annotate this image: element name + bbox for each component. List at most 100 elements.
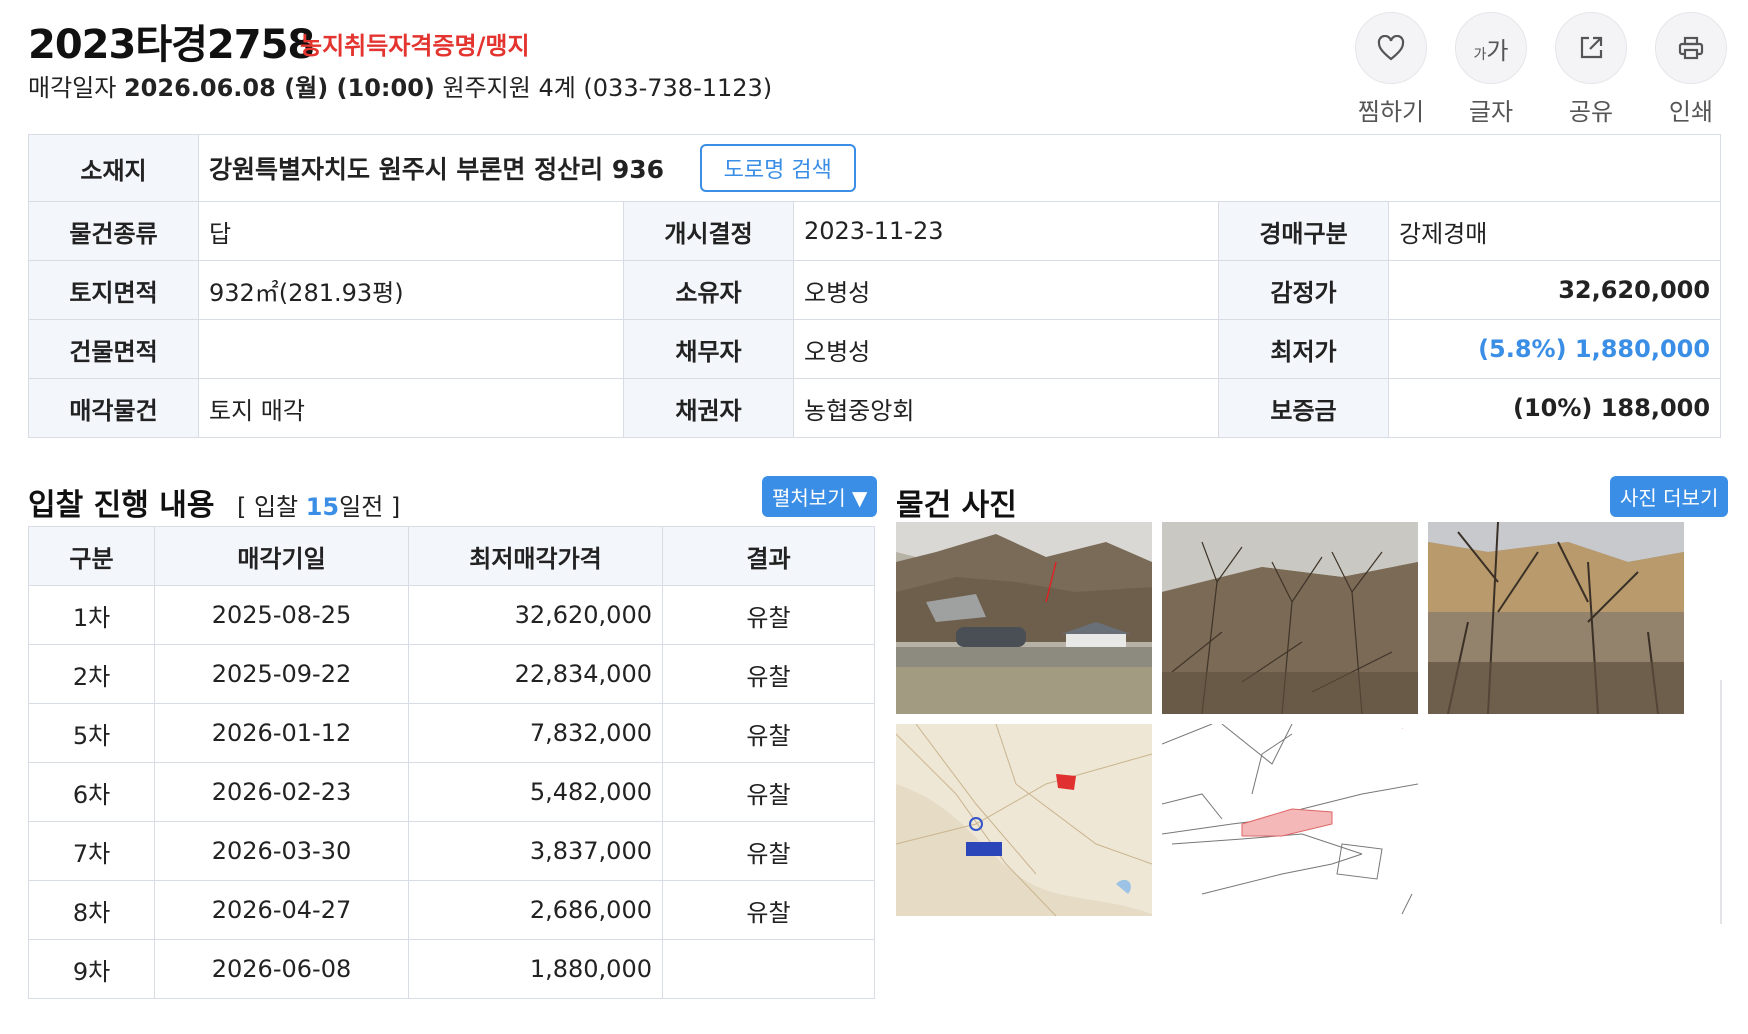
- more-photos-button[interactable]: 사진 더보기: [1610, 476, 1729, 517]
- property-info-table: 소재지 강원특별자치도 원주시 부론면 정산리 936 도로명 검색 물건종류 …: [28, 134, 1722, 438]
- bidding-row: 9차 2026-06-08 1,880,000: [28, 939, 875, 999]
- share-button[interactable]: 공유: [1554, 12, 1628, 127]
- result-cell: 유찰: [662, 821, 875, 881]
- print-button[interactable]: 인쇄: [1654, 12, 1728, 127]
- property-type-label: 물건종류: [28, 201, 199, 261]
- case-header: 2023타경2758 농지취득자격증명/맹지 매각일자 2026.06.08 (…: [28, 12, 1728, 126]
- round-cell: 9차: [28, 939, 155, 999]
- price-cell: 7,832,000: [408, 703, 663, 763]
- minimum-price-value: (5.8%) 1,880,000: [1387, 319, 1722, 379]
- result-cell: 유찰: [662, 762, 875, 822]
- round-cell: 2차: [28, 644, 155, 704]
- address-cell: 강원특별자치도 원주시 부론면 정산리 936 도로명 검색: [197, 134, 1722, 202]
- auction-type-value: 강제경매: [1387, 201, 1722, 261]
- bidding-table: 구분 매각기일 최저매각가격 결과 1차 2025-08-25 32,620,000…: [28, 526, 875, 999]
- address-row: 소재지 강원특별자치도 원주시 부론면 정산리 936 도로명 검색: [28, 134, 1722, 202]
- owner-label: 소유자: [623, 260, 794, 320]
- building-area-value: [198, 319, 624, 379]
- photo-brush-hillside[interactable]: [1162, 522, 1418, 714]
- appraisal-value: 32,620,000: [1387, 260, 1722, 320]
- commencement-value: 2023-11-23: [793, 201, 1219, 261]
- sale-info: 매각일자 2026.06.08 (월) (10:00) 원주지원 4계 (033…: [28, 68, 772, 103]
- info-row: 물건종류 답 개시결정 2023-11-23 경매구분 강제경매: [28, 201, 1722, 261]
- bidding-row: 7차 2026-03-30 3,837,000 유찰: [28, 821, 875, 881]
- result-cell: 유찰: [662, 585, 875, 645]
- round-cell: 1차: [28, 585, 155, 645]
- photos-title: 물건 사진: [896, 488, 1017, 523]
- photo-bare-trees[interactable]: [1428, 522, 1684, 714]
- round-cell: 7차: [28, 821, 155, 881]
- debtor-value: 오병성: [793, 319, 1219, 379]
- date-cell: 2026-06-08: [154, 939, 409, 999]
- date-cell: 2026-04-27: [154, 880, 409, 940]
- case-number: 2023타경2758: [28, 22, 315, 68]
- date-cell: 2026-02-23: [154, 762, 409, 822]
- bookmark-button[interactable]: 찜하기: [1354, 12, 1428, 127]
- property-type-value: 답: [198, 201, 624, 261]
- info-row: 토지면적 932㎡(281.93평) 소유자 오병성 감정가 32,620,00…: [28, 260, 1722, 320]
- bidding-title: 입찰 진행 내용: [28, 488, 215, 523]
- auction-type-label: 경매구분: [1218, 201, 1389, 261]
- bidding-row: 5차 2026-01-12 7,832,000 유찰: [28, 703, 875, 763]
- sale-label: 매각일자: [28, 74, 117, 102]
- creditor-label: 채권자: [623, 378, 794, 438]
- price-cell: 2,686,000: [408, 880, 663, 940]
- expand-button[interactable]: 펼처보기 ▼: [762, 476, 878, 517]
- price-cell: 22,834,000: [408, 644, 663, 704]
- column-header-result: 결과: [662, 526, 875, 586]
- font-size-icon: 가가: [1455, 12, 1527, 84]
- svg-text:·: ·: [1402, 726, 1403, 731]
- column-header-price: 최저매각가격: [408, 526, 663, 586]
- road-search-button[interactable]: 도로명 검색: [699, 144, 856, 192]
- photo-gallery: ·: [896, 522, 1724, 924]
- minimum-price-label: 최저가: [1218, 319, 1389, 379]
- land-area-value: 932㎡(281.93평): [198, 260, 624, 320]
- photo-location-map[interactable]: [896, 724, 1152, 916]
- print-label: 인쇄: [1668, 98, 1714, 126]
- font-size-button[interactable]: 가가 글자: [1454, 12, 1528, 127]
- bidding-days-remaining: [ 입찰 15일전 ]: [236, 493, 401, 521]
- round-cell: 8차: [28, 880, 155, 940]
- column-header-date: 매각기일: [154, 526, 409, 586]
- sale-datetime: 2026.06.08 (월) (10:00): [123, 74, 435, 102]
- bidding-row: 8차 2026-04-27 2,686,000 유찰: [28, 880, 875, 940]
- round-cell: 5차: [28, 703, 155, 763]
- address-text: 강원특별자치도 원주시 부론면 정산리 936: [209, 155, 665, 184]
- deposit-value: (10%) 188,000: [1387, 378, 1722, 438]
- photo-cadastral-map[interactable]: ·: [1162, 724, 1418, 916]
- bidding-rows: 1차 2025-08-25 32,620,000 유찰 2차 2025-09-22 22,8…: [28, 585, 875, 999]
- date-cell: 2025-09-22: [154, 644, 409, 704]
- case-tag: 농지취득자격증명/맹지: [300, 32, 530, 60]
- date-cell: 2026-01-12: [154, 703, 409, 763]
- info-row: 건물면적 채무자 오병성 최저가 (5.8%) 1,880,000: [28, 319, 1722, 379]
- price-cell: 1,880,000: [408, 939, 663, 999]
- price-cell: 5,482,000: [408, 762, 663, 822]
- print-icon: [1655, 12, 1727, 84]
- result-cell: [662, 939, 875, 999]
- column-header-round: 구분: [28, 526, 155, 586]
- creditor-value: 농협중앙회: [793, 378, 1219, 438]
- bidding-section-title: 입찰 진행 내용 [ 입찰 15일전 ]: [28, 480, 400, 524]
- bidding-row: 1차 2025-08-25 32,620,000 유찰: [28, 585, 875, 645]
- font-size-label: 글자: [1468, 98, 1514, 126]
- result-cell: 유찰: [662, 703, 875, 763]
- result-cell: 유찰: [662, 644, 875, 704]
- deposit-label: 보증금: [1218, 378, 1389, 438]
- sale-item-label: 매각물건: [28, 378, 199, 438]
- gallery-scrollbar[interactable]: [1720, 680, 1722, 924]
- heart-icon: [1355, 12, 1427, 84]
- building-area-label: 건물면적: [28, 319, 199, 379]
- action-bar: 찜하기 가가 글자 공유 인쇄: [1354, 12, 1728, 127]
- price-cell: 32,620,000: [408, 585, 663, 645]
- appraisal-label: 감정가: [1218, 260, 1389, 320]
- bidding-row: 6차 2026-02-23 5,482,000 유찰: [28, 762, 875, 822]
- date-cell: 2025-08-25: [154, 585, 409, 645]
- share-icon: [1555, 12, 1627, 84]
- land-area-label: 토지면적: [28, 260, 199, 320]
- bookmark-label: 찜하기: [1357, 98, 1425, 126]
- court-info: 원주지원 4계 (033-738-1123): [442, 74, 773, 102]
- debtor-label: 채무자: [623, 319, 794, 379]
- bidding-header-row: 구분 매각기일 최저매각가격 결과: [28, 526, 875, 586]
- photo-landscape-house[interactable]: [896, 522, 1152, 714]
- price-cell: 3,837,000: [408, 821, 663, 881]
